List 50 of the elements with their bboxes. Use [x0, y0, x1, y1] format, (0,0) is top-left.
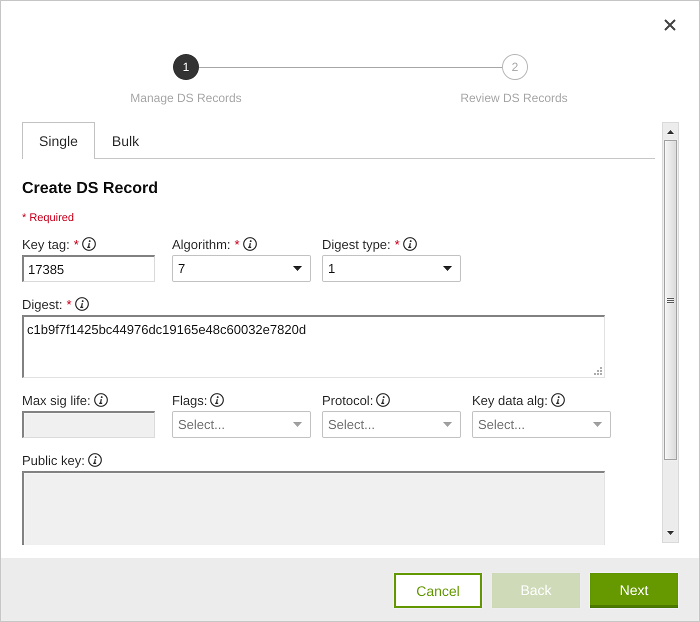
field-label: Flags:: [172, 392, 208, 408]
info-icon: [402, 237, 417, 251]
text-input[interactable]: 17385: [22, 255, 155, 282]
step-number: 2: [502, 54, 528, 80]
resize-grip-icon: [594, 367, 602, 375]
required-asterisk: *: [234, 236, 240, 252]
caret-icon: [443, 422, 452, 427]
field-label: Protocol:: [322, 392, 374, 408]
close-icon: [664, 19, 676, 31]
dropdown[interactable]: 1: [322, 255, 461, 282]
up-arrow-icon[interactable]: [667, 130, 674, 134]
caret-icon: [293, 422, 302, 427]
dropdown[interactable]: Select...: [472, 411, 611, 438]
scrollbar-thumb[interactable]: [664, 140, 677, 460]
grip-lines-icon: [667, 298, 674, 302]
info-icon: [94, 393, 108, 407]
field-label: Digest:: [22, 296, 62, 312]
step-number: 1: [173, 54, 199, 80]
text-area[interactable]: c1b9f7f1425bc44976dc19165e48c60032e7820d: [22, 315, 605, 378]
step-label: Review DS Records: [459, 90, 569, 106]
tab[interactable]: Bulk: [94, 122, 156, 158]
caret-icon: [593, 422, 602, 427]
close-button[interactable]: [664, 19, 676, 31]
field-label: Public key:: [22, 452, 85, 468]
required-note: * Required: [22, 211, 75, 225]
info-icon: [88, 453, 102, 467]
dropdown[interactable]: 7: [172, 255, 311, 282]
info-icon: [210, 393, 224, 407]
caret-icon: [443, 266, 452, 271]
dropdown[interactable]: Select...: [322, 411, 461, 438]
step-label: Manage DS Records: [129, 90, 243, 106]
form-title: Create DS Record: [22, 179, 160, 199]
info-icon: [550, 393, 565, 407]
field-label: Digest type:: [322, 236, 391, 252]
dropdown[interactable]: Select...: [172, 411, 311, 438]
info-icon: [376, 393, 390, 407]
scrollbar[interactable]: [662, 122, 679, 543]
field-label: Key data alg:: [472, 392, 548, 408]
required-asterisk: *: [74, 236, 79, 252]
tab[interactable]: Single: [22, 122, 95, 159]
required-asterisk: *: [66, 296, 72, 312]
field-label: Max sig life:: [22, 392, 91, 408]
caret-icon: [293, 266, 302, 271]
down-arrow-icon[interactable]: [667, 531, 674, 535]
field-label: Algorithm:: [172, 236, 231, 252]
required-asterisk: *: [394, 236, 400, 252]
info-icon: [82, 237, 96, 251]
info-icon: [242, 237, 257, 251]
info-icon: [74, 297, 89, 311]
field-label: Key tag:: [22, 236, 70, 252]
